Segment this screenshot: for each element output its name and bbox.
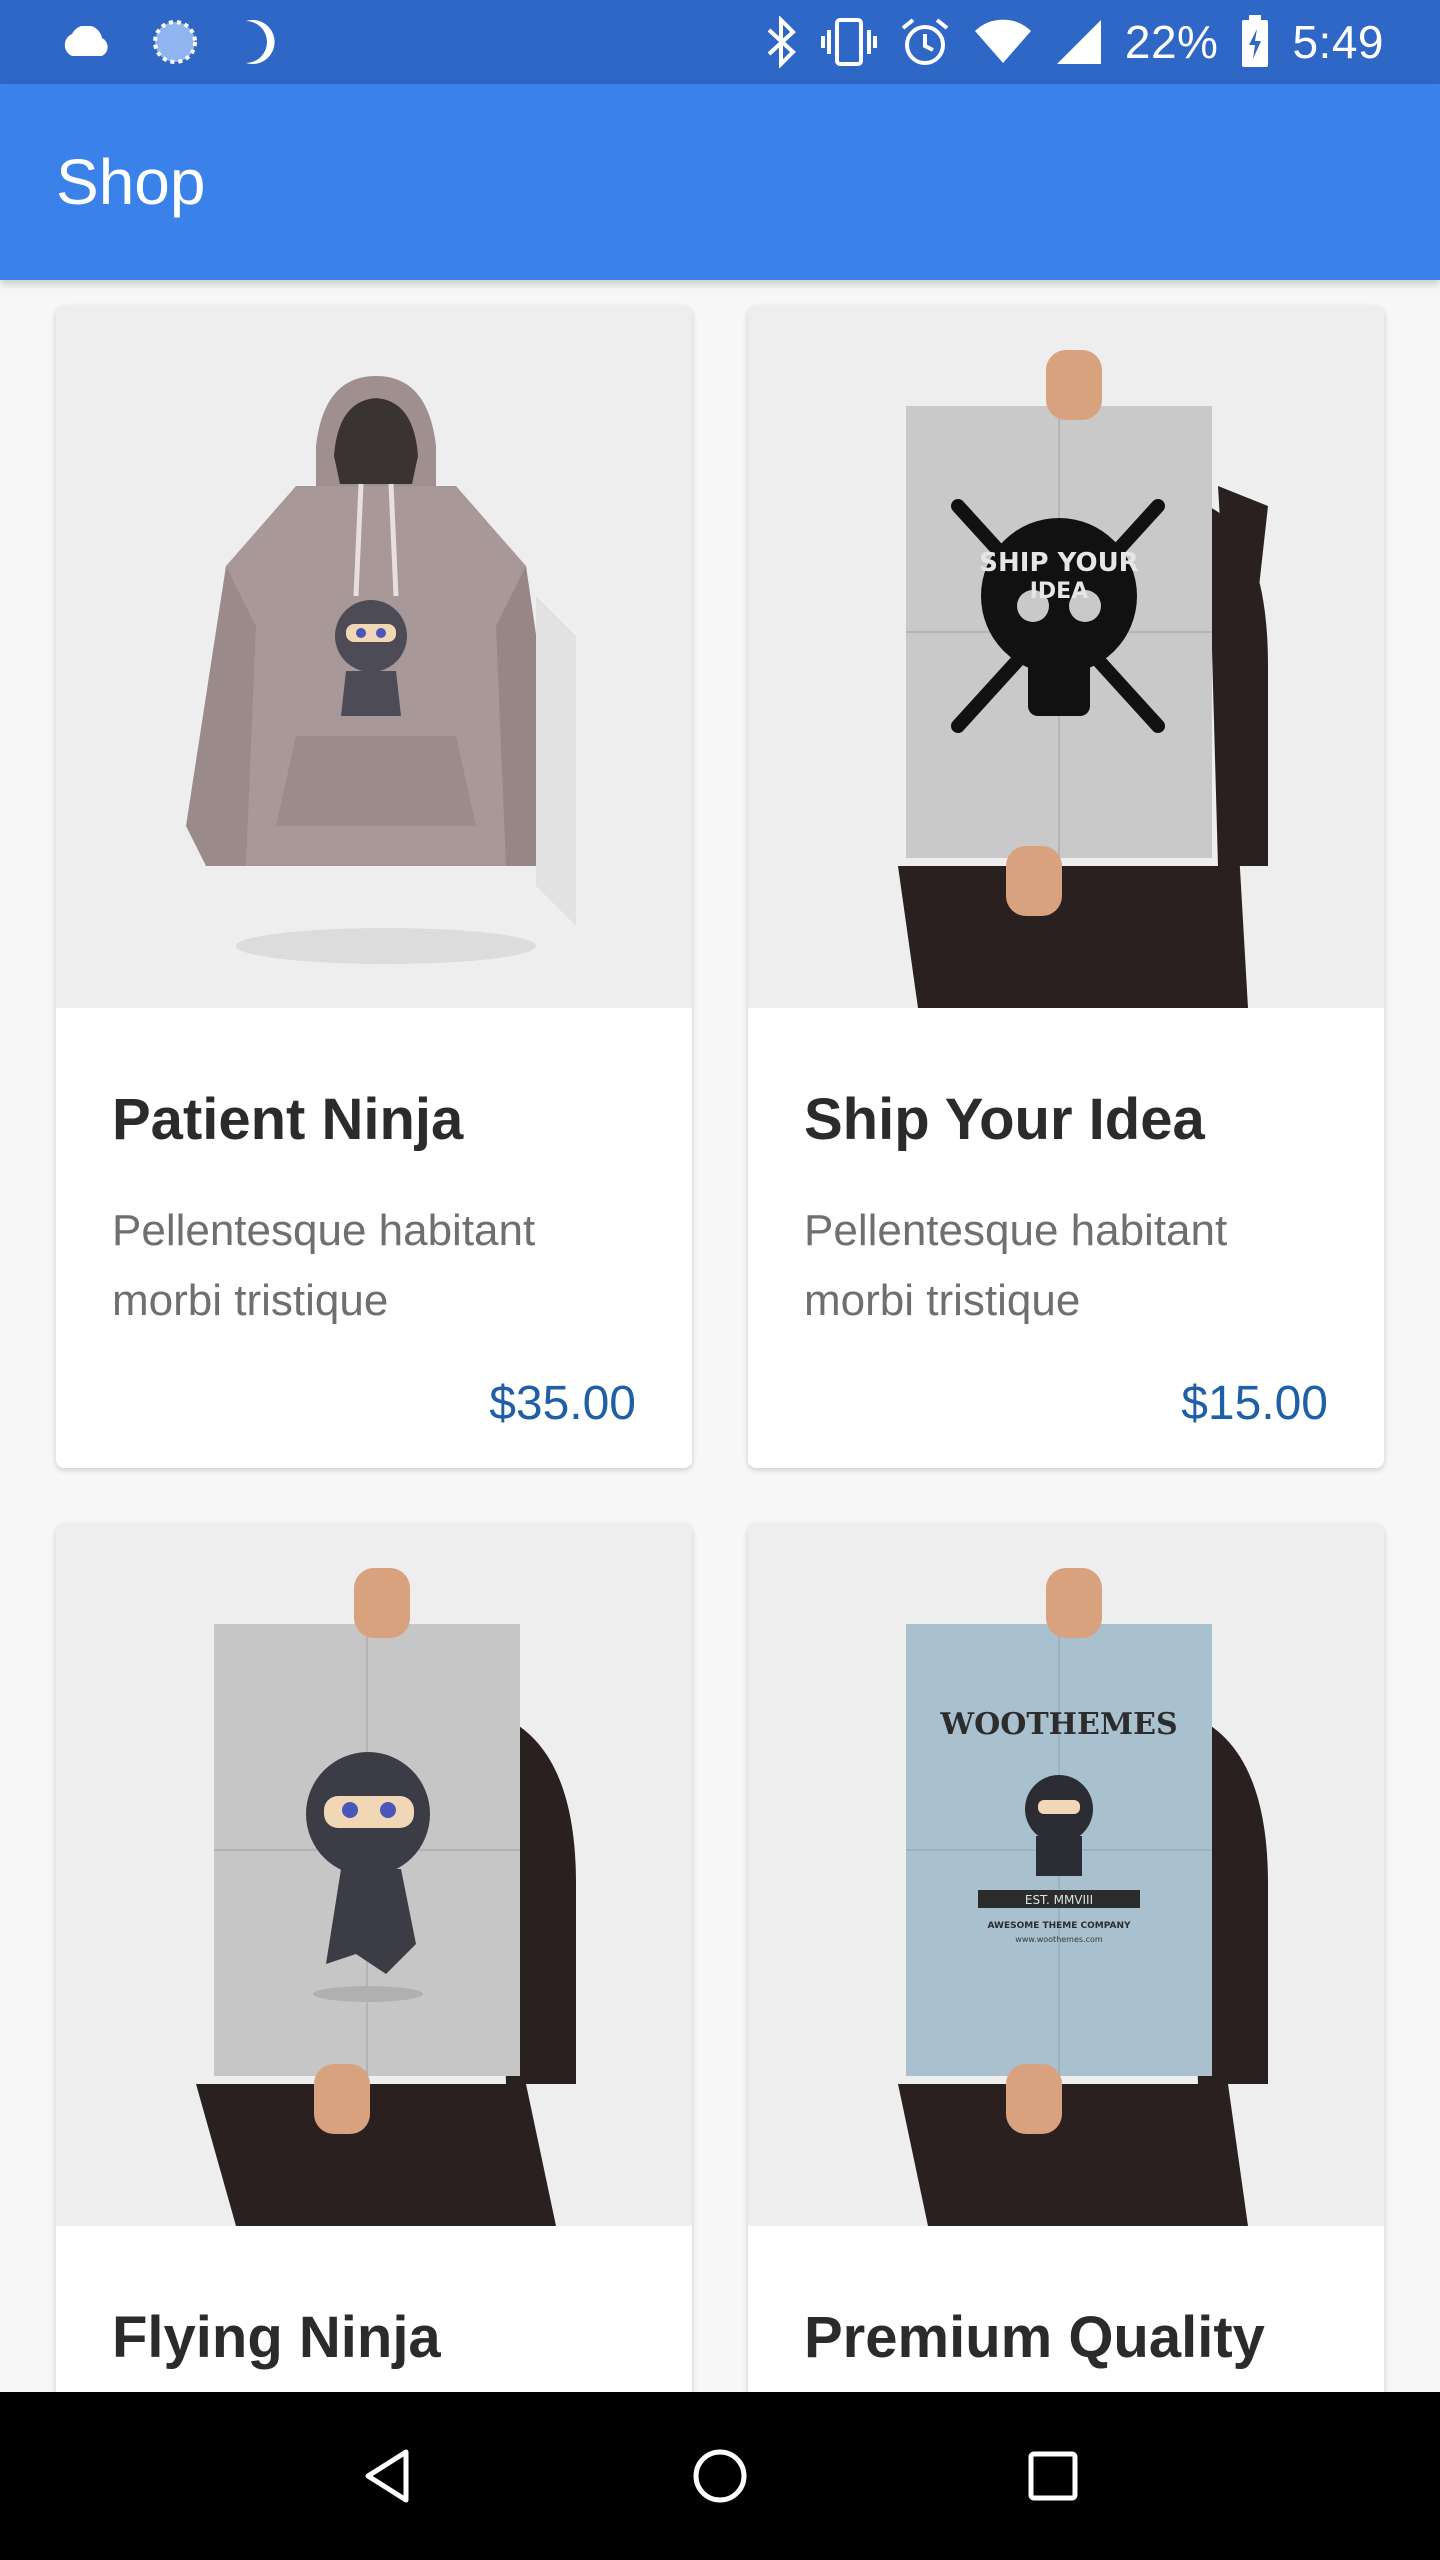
poster-image bbox=[56, 1524, 692, 2226]
poster-image: WOOTHEMES EST. MMVIII AWESOME THEME COMP… bbox=[748, 1524, 1384, 2226]
product-image bbox=[56, 306, 692, 1008]
product-card[interactable]: SHIP YOUR IDEA Ship Your Idea Pellentesq… bbox=[748, 306, 1384, 1468]
product-description: Pellentesque habitant morbi tristique bbox=[112, 1206, 536, 1325]
battery-charging-icon bbox=[1240, 15, 1270, 69]
product-title[interactable]: Ship Your Idea bbox=[804, 1086, 1205, 1153]
product-card[interactable]: Patient Ninja Pellentesque habitant morb… bbox=[56, 306, 692, 1468]
clock: 5:49 bbox=[1292, 16, 1384, 68]
product-image: WOOTHEMES EST. MMVIII AWESOME THEME COMP… bbox=[748, 1524, 1384, 2226]
product-title[interactable]: Premium Quality bbox=[804, 2304, 1265, 2371]
product-card[interactable]: Flying Ninja bbox=[56, 1524, 692, 2392]
signal-icon bbox=[1055, 18, 1103, 66]
system-nav-bar bbox=[0, 2392, 1440, 2560]
home-icon[interactable] bbox=[675, 2431, 765, 2521]
back-icon[interactable] bbox=[342, 2431, 432, 2521]
product-image bbox=[56, 1524, 692, 2226]
product-title[interactable]: Flying Ninja bbox=[112, 2304, 441, 2371]
product-card[interactable]: WOOTHEMES EST. MMVIII AWESOME THEME COMP… bbox=[748, 1524, 1384, 2392]
poster-text: SHIP YOUR bbox=[979, 548, 1138, 578]
product-price: $35.00 bbox=[489, 1377, 636, 1430]
poster-text: AWESOME THEME COMPANY bbox=[987, 1921, 1131, 1931]
page-title: Shop bbox=[56, 146, 206, 218]
product-description: Pellentesque habitant morbi tristique bbox=[804, 1206, 1228, 1325]
battery-percent: 22% bbox=[1124, 16, 1219, 68]
vibrate-icon bbox=[820, 16, 877, 68]
bluetooth-icon bbox=[763, 16, 799, 68]
recents-icon[interactable] bbox=[1008, 2431, 1098, 2521]
poster-text: WOOTHEMES bbox=[939, 1707, 1177, 1742]
hoodie-image bbox=[56, 306, 692, 1008]
sync-icon bbox=[150, 17, 200, 67]
app-bar: Shop bbox=[0, 84, 1440, 280]
poster-text: IDEA bbox=[1030, 579, 1089, 604]
product-image: SHIP YOUR IDEA bbox=[748, 306, 1384, 1008]
alarm-icon bbox=[899, 16, 951, 68]
poster-image: SHIP YOUR IDEA bbox=[748, 306, 1384, 1008]
wifi-icon bbox=[973, 19, 1033, 65]
product-title[interactable]: Patient Ninja bbox=[112, 1086, 463, 1153]
poster-text: EST. MMVIII bbox=[1025, 1893, 1093, 1907]
poster-text: www.woothemes.com bbox=[1015, 1935, 1103, 1944]
product-price: $15.00 bbox=[1181, 1377, 1328, 1430]
moon-icon bbox=[236, 17, 276, 67]
product-grid: Patient Ninja Pellentesque habitant morb… bbox=[0, 280, 1440, 2392]
status-bar: 22% 5:49 bbox=[0, 0, 1440, 84]
cloud-icon bbox=[58, 26, 114, 58]
